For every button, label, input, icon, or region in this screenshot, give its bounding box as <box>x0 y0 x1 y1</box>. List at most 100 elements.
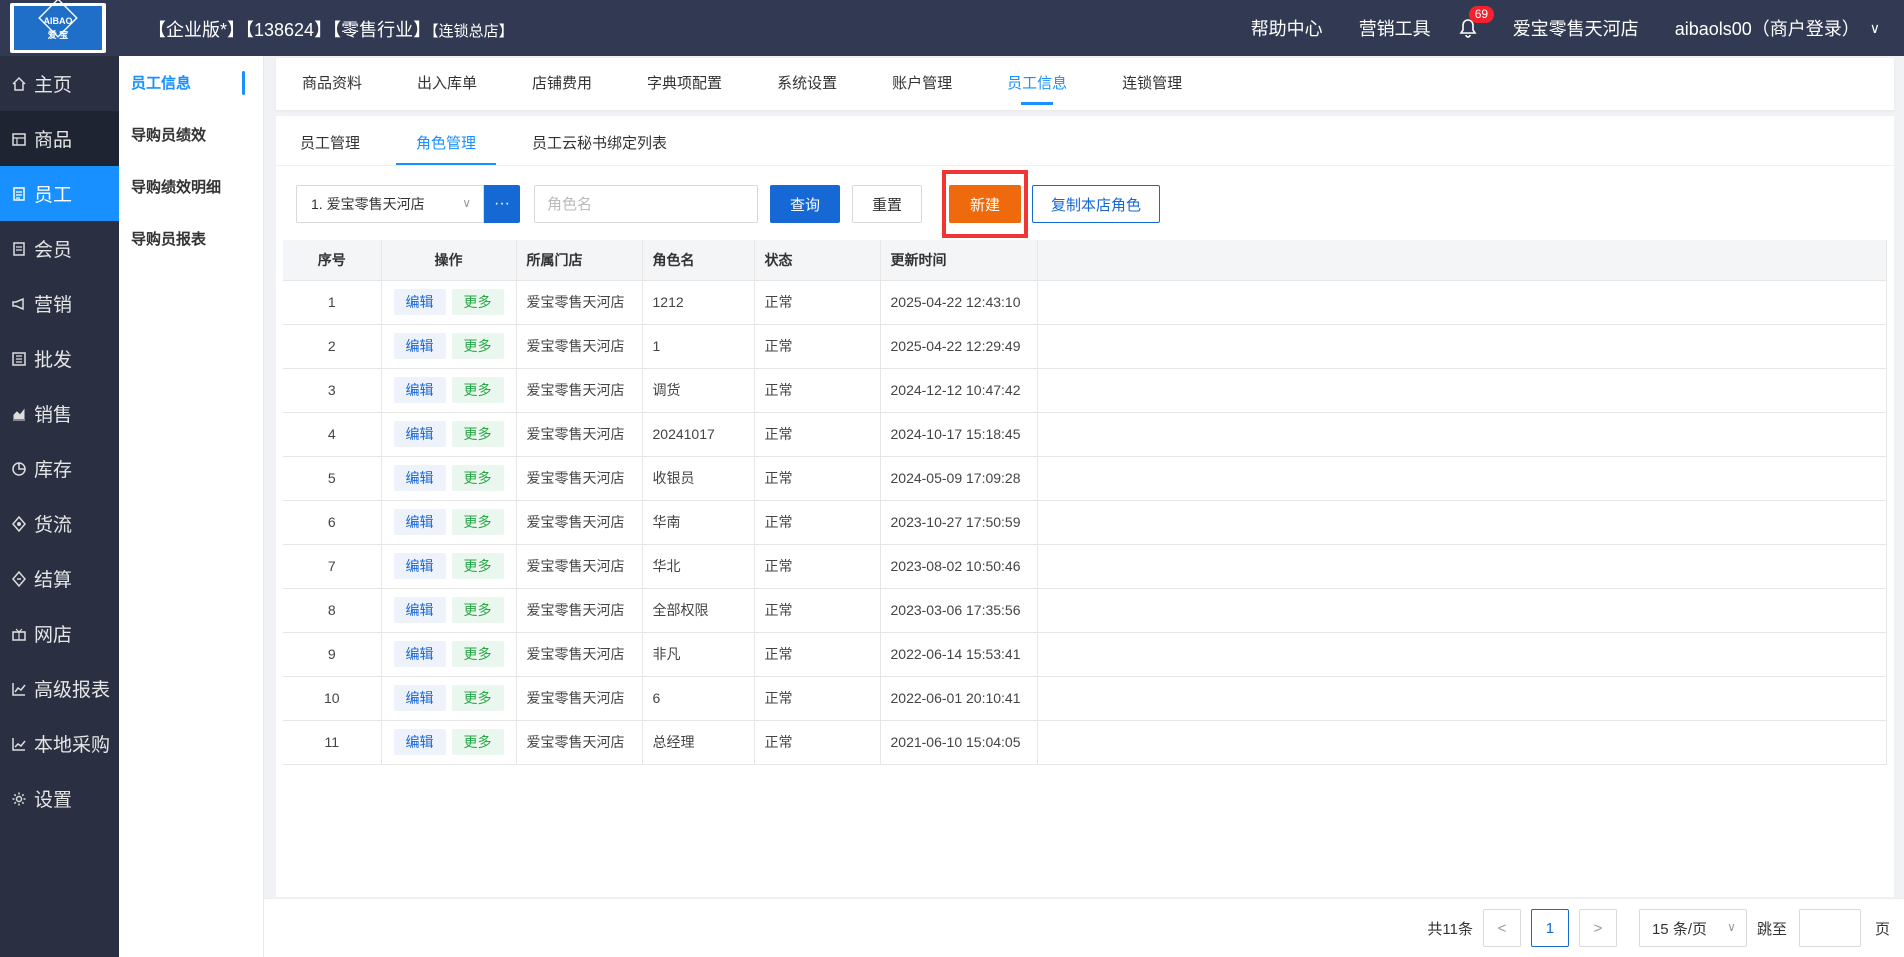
cell-role: 总经理 <box>642 720 755 765</box>
cell-filler <box>1037 368 1887 413</box>
more-button[interactable]: 更多 <box>451 421 504 447</box>
cell-no: 1 <box>283 280 382 325</box>
tab-stock-in-out[interactable]: 出入库单 <box>417 58 477 110</box>
tab-store-expense[interactable]: 店铺费用 <box>532 58 592 110</box>
edit-button[interactable]: 编辑 <box>393 377 446 403</box>
more-button[interactable]: 更多 <box>451 729 504 755</box>
table-header-row: 序号 操作 所属门店 角色名 状态 更新时间 <box>283 240 1887 281</box>
tab-chain[interactable]: 连锁管理 <box>1122 58 1182 110</box>
user-name: aibaols00（商户登录） <box>1674 19 1860 39</box>
tab-role-management[interactable]: 角色管理 <box>396 132 497 165</box>
sidebar-item-reports[interactable]: 高级报表 <box>0 661 119 716</box>
cell-status: 正常 <box>754 632 881 677</box>
more-button[interactable]: 更多 <box>451 553 504 579</box>
subnav-guide-performance[interactable]: 导购员绩效 <box>119 108 263 160</box>
tab-staff-management[interactable]: 员工管理 <box>300 132 360 165</box>
subnav-staff-info[interactable]: 员工信息 <box>119 56 263 108</box>
tab-product-info[interactable]: 商品资料 <box>302 58 362 110</box>
store-select[interactable]: 1. 爱宝零售天河店 ∨ <box>296 185 484 223</box>
sidebar-item-product[interactable]: 商品 <box>0 111 119 166</box>
gear-icon <box>10 790 28 808</box>
col-no: 序号 <box>283 240 382 281</box>
top-bar: AIBAO 爱 宝 【企业版*】【138624】【零售行业】【连锁总店】 帮助中… <box>0 0 1904 56</box>
store-picker-button[interactable]: ··· <box>484 185 520 223</box>
more-button[interactable]: 更多 <box>451 465 504 491</box>
reset-button[interactable]: 重置 <box>852 185 922 223</box>
cell-store: 爱宝零售天河店 <box>516 632 643 677</box>
query-button[interactable]: 查询 <box>770 185 840 223</box>
sidebar-item-inventory[interactable]: 库存 <box>0 441 119 496</box>
more-button[interactable]: 更多 <box>451 377 504 403</box>
edit-button[interactable]: 编辑 <box>393 729 446 755</box>
edit-button[interactable]: 编辑 <box>393 289 446 315</box>
subnav-guide-report[interactable]: 导购员报表 <box>119 212 263 264</box>
user-menu[interactable]: aibaols00（商户登录） ∨ <box>1675 15 1880 41</box>
cell-no: 8 <box>283 588 382 633</box>
table-row: 1 编辑 更多 爱宝零售天河店 1212 正常 2025-04-22 12:43:10 <box>283 280 1887 325</box>
more-button[interactable]: 更多 <box>451 597 504 623</box>
sidebar-item-webstore[interactable]: 网店 <box>0 606 119 661</box>
subnav-guide-performance-detail[interactable]: 导购绩效明细 <box>119 160 263 212</box>
role-name-input[interactable] <box>534 185 758 223</box>
col-store: 所属门店 <box>516 240 643 281</box>
cell-role: 华南 <box>642 500 755 545</box>
help-center-link[interactable]: 帮助中心 <box>1251 15 1323 41</box>
tab-system-settings[interactable]: 系统设置 <box>777 58 837 110</box>
more-button[interactable]: 更多 <box>451 509 504 535</box>
jump-page-input[interactable] <box>1798 909 1861 947</box>
tab-cloud-secretary[interactable]: 员工云秘书绑定列表 <box>532 132 667 165</box>
col-time: 更新时间 <box>880 240 1038 281</box>
edit-button[interactable]: 编辑 <box>393 597 446 623</box>
sidebar-item-sales[interactable]: 销售 <box>0 386 119 441</box>
cell-no: 11 <box>283 720 382 765</box>
cell-status: 正常 <box>754 324 881 369</box>
app-logo[interactable]: AIBAO 爱 宝 <box>10 0 106 53</box>
more-button[interactable]: 更多 <box>451 641 504 667</box>
page-1-button[interactable]: 1 <box>1530 909 1569 947</box>
cell-no: 5 <box>283 456 382 501</box>
cell-filler <box>1037 456 1887 501</box>
copy-store-role-button[interactable]: 复制本店角色 <box>1032 185 1161 223</box>
tab-dictionary[interactable]: 字典项配置 <box>647 58 722 110</box>
cell-ops: 编辑 更多 <box>381 368 517 413</box>
tab-staff-info[interactable]: 员工信息 <box>1007 58 1067 110</box>
sidebar-item-label: 网店 <box>34 625 73 646</box>
edit-button[interactable]: 编辑 <box>393 421 446 447</box>
current-store[interactable]: 爱宝零售天河店 <box>1513 15 1639 41</box>
sidebar-item-settings[interactable]: 设置 <box>0 771 119 826</box>
sidebar-item-marketing[interactable]: 营销 <box>0 276 119 331</box>
cell-time: 2024-10-17 15:18:45 <box>880 412 1038 457</box>
cell-status: 正常 <box>754 500 881 545</box>
member-icon <box>10 240 28 258</box>
sidebar-item-local-purchase[interactable]: 本地采购 <box>0 716 119 771</box>
cell-time: 2024-05-09 17:09:28 <box>880 456 1038 501</box>
new-button[interactable]: 新建 <box>949 185 1021 223</box>
edit-button[interactable]: 编辑 <box>393 509 446 535</box>
cell-time: 2021-06-10 15:04:05 <box>880 720 1038 765</box>
prev-page-button[interactable]: < <box>1482 909 1521 947</box>
edit-button[interactable]: 编辑 <box>393 641 446 667</box>
more-button[interactable]: 更多 <box>451 333 504 359</box>
logo-text-cn: 爱 宝 <box>47 30 69 40</box>
sidebar-item-member[interactable]: 会员 <box>0 221 119 276</box>
page-size-select[interactable]: 15 条/页 ∨ <box>1638 909 1747 947</box>
store-type: 【连锁总店】 <box>431 23 514 40</box>
edit-button[interactable]: 编辑 <box>393 465 446 491</box>
edit-button[interactable]: 编辑 <box>393 685 446 711</box>
edit-button[interactable]: 编辑 <box>393 553 446 579</box>
sidebar-item-home[interactable]: 主页 <box>0 56 119 111</box>
more-button[interactable]: 更多 <box>451 685 504 711</box>
tab-account[interactable]: 账户管理 <box>892 58 952 110</box>
chevron-down-icon: ∨ <box>1869 19 1880 36</box>
marketing-tools-link[interactable]: 营销工具 <box>1359 15 1431 41</box>
sidebar-item-staff[interactable]: 员工 <box>0 166 119 221</box>
notification-bell[interactable]: 69 <box>1459 6 1495 38</box>
sidebar-item-wholesale[interactable]: 批发 <box>0 331 119 386</box>
col-role: 角色名 <box>642 240 755 281</box>
sidebar-item-settlement[interactable]: 结算 <box>0 551 119 606</box>
more-button[interactable]: 更多 <box>451 289 504 315</box>
sidebar-item-flow[interactable]: 货流 <box>0 496 119 551</box>
cell-time: 2022-06-01 20:10:41 <box>880 676 1038 721</box>
edit-button[interactable]: 编辑 <box>393 333 446 359</box>
next-page-button[interactable]: > <box>1578 909 1617 947</box>
